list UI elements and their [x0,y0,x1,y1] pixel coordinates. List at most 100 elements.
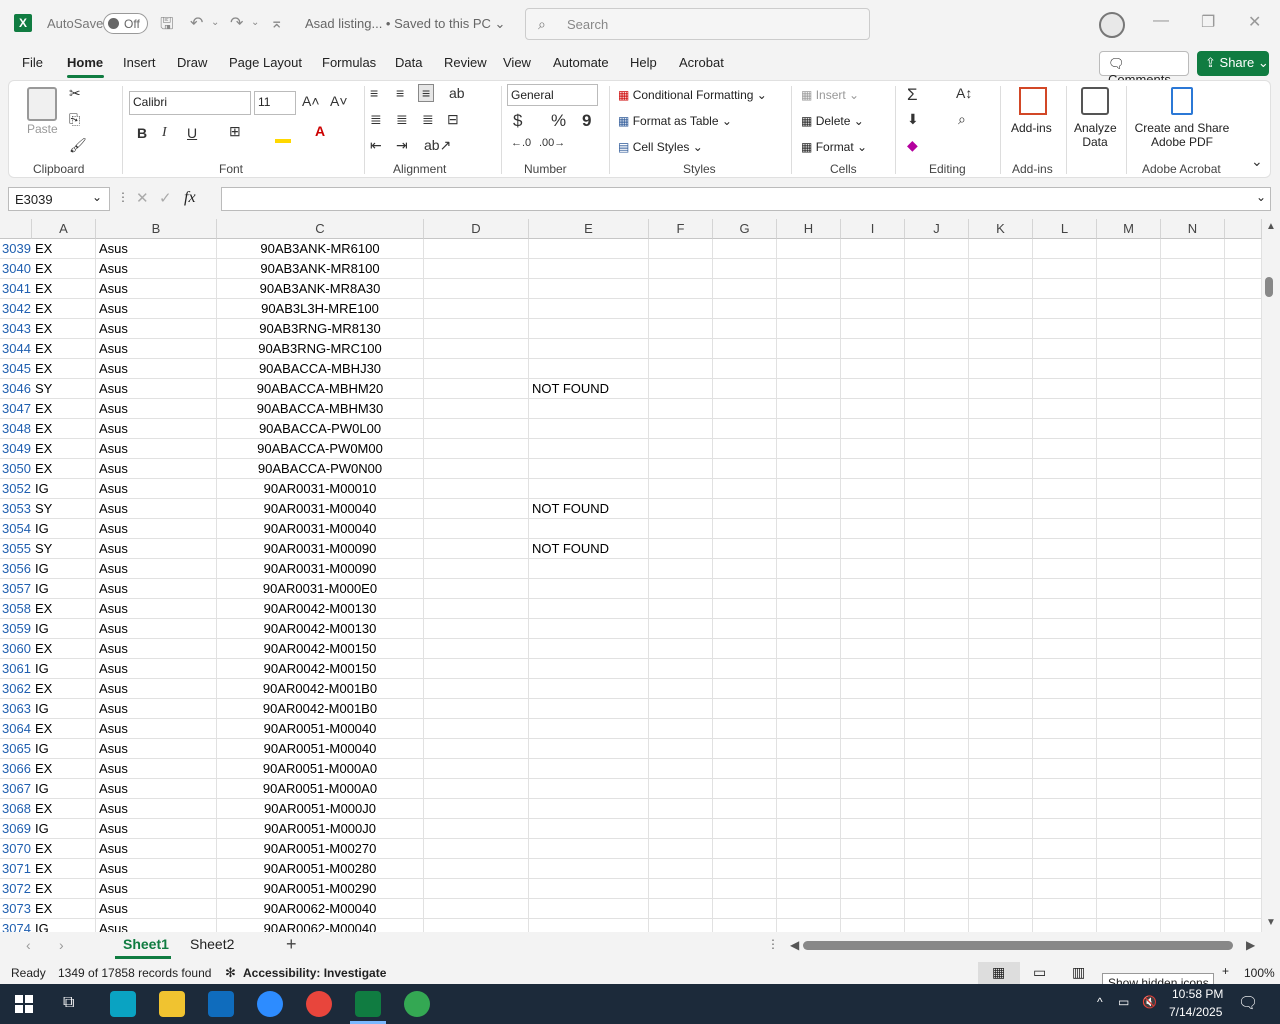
cell-f[interactable] [649,679,713,699]
cell-o[interactable] [1225,559,1262,579]
cell-i[interactable] [841,399,905,419]
cell-e[interactable] [529,299,649,319]
cell-o[interactable] [1225,239,1262,259]
cell-g[interactable] [713,759,777,779]
document-title[interactable]: Asad listing... • Saved to this PC ⌄ [305,16,505,32]
row-number[interactable]: 3071 [0,859,32,879]
cell-o[interactable] [1225,399,1262,419]
cell-l[interactable] [1033,719,1097,739]
cell-d[interactable] [424,239,529,259]
cell-j[interactable] [905,739,969,759]
cell-m[interactable] [1097,919,1161,932]
increase-decimal-icon[interactable]: ←.0 [511,137,531,149]
cell-m[interactable] [1097,819,1161,839]
cell-b[interactable]: Asus [96,879,217,899]
cell-f[interactable] [649,299,713,319]
cell-l[interactable] [1033,499,1097,519]
cell-j[interactable] [905,539,969,559]
cell-g[interactable] [713,599,777,619]
cell-m[interactable] [1097,359,1161,379]
cell-m[interactable] [1097,419,1161,439]
file-explorer-icon[interactable] [159,991,185,1017]
cell-n[interactable] [1161,699,1225,719]
cell-l[interactable] [1033,439,1097,459]
cell-b[interactable]: Asus [96,699,217,719]
cell-o[interactable] [1225,419,1262,439]
cell-c[interactable]: 90AR0051-M00280 [217,859,424,879]
cell-a[interactable]: EX [32,399,96,419]
paste-icon[interactable] [27,87,57,121]
clock-date[interactable]: 7/14/2025 [1169,1005,1222,1019]
cell-n[interactable] [1161,759,1225,779]
cell-n[interactable] [1161,479,1225,499]
cell-n[interactable] [1161,359,1225,379]
cell-f[interactable] [649,519,713,539]
cell-a[interactable]: SY [32,379,96,399]
cell-c[interactable]: 90AR0051-M000J0 [217,799,424,819]
cell-l[interactable] [1033,339,1097,359]
cell-n[interactable] [1161,519,1225,539]
column-header-i[interactable]: I [841,219,905,239]
cell-l[interactable] [1033,419,1097,439]
cell-o[interactable] [1225,359,1262,379]
cell-k[interactable] [969,819,1033,839]
cell-g[interactable] [713,519,777,539]
cell-n[interactable] [1161,779,1225,799]
row-number[interactable]: 3074 [0,919,32,932]
cell-i[interactable] [841,759,905,779]
cell-d[interactable] [424,759,529,779]
account-avatar[interactable] [1099,12,1125,38]
cell-d[interactable] [424,879,529,899]
zoom-app-icon[interactable] [257,991,283,1017]
cell-h[interactable] [777,759,841,779]
cell-c[interactable]: 90AR0051-M00040 [217,719,424,739]
cell-o[interactable] [1225,299,1262,319]
cell-b[interactable]: Asus [96,259,217,279]
cell-m[interactable] [1097,439,1161,459]
cell-l[interactable] [1033,359,1097,379]
cell-a[interactable]: EX [32,319,96,339]
cell-l[interactable] [1033,819,1097,839]
cell-c[interactable]: 90AR0042-M00150 [217,659,424,679]
row-number[interactable]: 3047 [0,399,32,419]
cell-g[interactable] [713,239,777,259]
page-layout-view-icon[interactable]: ▭ [1033,964,1046,981]
borders-icon[interactable]: ⊞ [229,123,241,140]
cell-g[interactable] [713,419,777,439]
cell-m[interactable] [1097,559,1161,579]
cell-k[interactable] [969,359,1033,379]
cell-o[interactable] [1225,279,1262,299]
row-number[interactable]: 3060 [0,639,32,659]
cell-k[interactable] [969,279,1033,299]
row-number[interactable]: 3072 [0,879,32,899]
column-header-j[interactable]: J [905,219,969,239]
cell-d[interactable] [424,559,529,579]
row-number[interactable]: 3067 [0,779,32,799]
cell-j[interactable] [905,719,969,739]
cell-d[interactable] [424,499,529,519]
cell-j[interactable] [905,699,969,719]
cell-b[interactable]: Asus [96,399,217,419]
cell-e[interactable] [529,279,649,299]
cell-n[interactable] [1161,459,1225,479]
accessibility-status[interactable]: Accessibility: Investigate [243,966,386,980]
cell-f[interactable] [649,879,713,899]
cell-a[interactable]: SY [32,499,96,519]
cell-h[interactable] [777,639,841,659]
cell-d[interactable] [424,279,529,299]
cell-d[interactable] [424,739,529,759]
cell-o[interactable] [1225,799,1262,819]
row-number[interactable]: 3062 [0,679,32,699]
cell-a[interactable]: EX [32,679,96,699]
cell-h[interactable] [777,299,841,319]
analyze-data-button[interactable]: Analyze Data [1074,121,1117,149]
cell-k[interactable] [969,919,1033,932]
cell-l[interactable] [1033,639,1097,659]
cell-e[interactable] [529,459,649,479]
task-view-icon[interactable]: ⧉ [63,994,74,1012]
cell-j[interactable] [905,799,969,819]
redo-icon[interactable]: ↷ [230,13,243,33]
cell-o[interactable] [1225,659,1262,679]
align-top-icon[interactable]: ≡ [370,85,378,101]
cell-j[interactable] [905,359,969,379]
